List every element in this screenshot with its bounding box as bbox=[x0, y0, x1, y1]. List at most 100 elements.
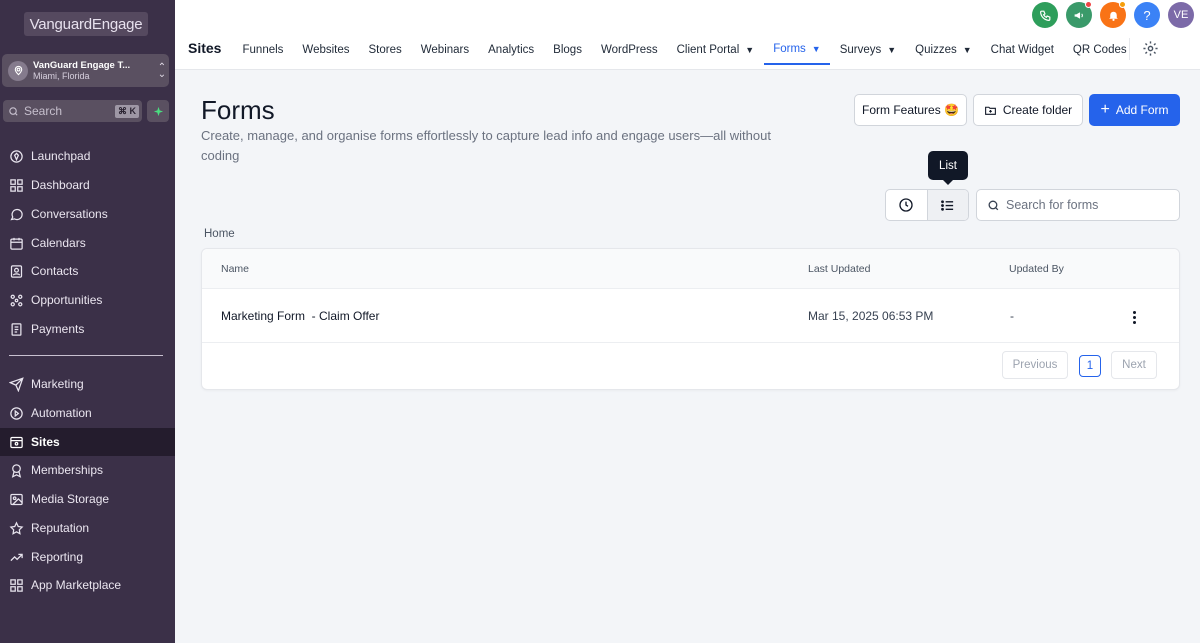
tab-label: Quizzes bbox=[915, 44, 957, 56]
megaphone-icon bbox=[1074, 11, 1083, 19]
tab-client-portal[interactable]: Client Portal ▼ bbox=[667, 35, 764, 65]
page-title: Forms bbox=[201, 95, 275, 125]
membership-icon bbox=[11, 463, 22, 478]
sidebar-item-media-storage[interactable]: Media Storage bbox=[0, 485, 175, 513]
sidebar-search[interactable]: Search ⌘ K bbox=[3, 100, 142, 122]
forms-search bbox=[976, 189, 1180, 221]
tab-blogs[interactable]: Blogs bbox=[544, 35, 592, 65]
search-icon bbox=[988, 200, 999, 210]
search-forms-input[interactable] bbox=[1006, 198, 1166, 212]
recent-view-button[interactable] bbox=[886, 190, 927, 220]
tab-stores[interactable]: Stores bbox=[359, 35, 411, 65]
tab-wordpress[interactable]: WordPress bbox=[591, 35, 667, 65]
page-number-button[interactable]: 1 bbox=[1079, 355, 1101, 377]
kebab-icon bbox=[1132, 310, 1136, 314]
tab-surveys[interactable]: Surveys ▼ bbox=[830, 35, 905, 65]
form-updated-by: - bbox=[1010, 309, 1014, 323]
plus-icon: + bbox=[1100, 101, 1110, 118]
ai-assistant-button[interactable] bbox=[147, 100, 169, 122]
calendar-icon bbox=[10, 237, 23, 250]
top-actions: ? VE bbox=[1032, 1, 1194, 28]
sidebar-item-label: Marketing bbox=[31, 377, 84, 391]
sidebar-item-label: Launchpad bbox=[31, 149, 91, 163]
phone-button[interactable] bbox=[1032, 2, 1058, 28]
notification-dot bbox=[1085, 1, 1092, 8]
tab-label: Websites bbox=[302, 44, 350, 56]
sidebar-item-payments[interactable]: Payments bbox=[0, 315, 175, 343]
sidebar-item-launchpad[interactable]: Launchpad bbox=[0, 142, 175, 170]
tab-label: Stores bbox=[368, 44, 402, 56]
chevron-down-icon: ▼ bbox=[745, 45, 755, 55]
row-actions-menu[interactable] bbox=[1124, 307, 1144, 327]
sidebar-item-label: Dashboard bbox=[31, 178, 90, 192]
table-row[interactable]: Marketing Form - Claim Offer Mar 15, 202… bbox=[202, 290, 1179, 343]
send-icon bbox=[9, 376, 24, 392]
page-subtitle: Create, manage, and organise forms effor… bbox=[201, 128, 771, 163]
tab-funnels[interactable]: Funnels bbox=[233, 35, 293, 65]
form-name[interactable]: Marketing Form - Claim Offer bbox=[221, 309, 379, 323]
sidebar-item-label: Opportunities bbox=[31, 293, 103, 307]
sidebar-item-contacts[interactable]: Contacts bbox=[0, 257, 175, 285]
account-name: VanGuard Engage T... bbox=[33, 59, 131, 71]
top-bar: ? VE Sites Funnels Websites Stores Webin… bbox=[175, 0, 1200, 70]
sidebar-item-label: Reporting bbox=[31, 550, 84, 564]
media-icon bbox=[10, 493, 23, 505]
tab-quizzes[interactable]: Quizzes ▼ bbox=[906, 35, 981, 65]
sidebar-item-reporting[interactable]: Reporting bbox=[0, 543, 175, 571]
payments-icon bbox=[11, 322, 22, 336]
tab-chat-widget[interactable]: Chat Widget bbox=[981, 35, 1063, 65]
account-location: Miami, Florida bbox=[33, 70, 90, 81]
trend-icon bbox=[10, 553, 23, 561]
sidebar-item-marketing[interactable]: Marketing bbox=[0, 370, 175, 398]
tooltip: List bbox=[928, 151, 968, 185]
bell-icon bbox=[1108, 11, 1118, 21]
notifications-button[interactable] bbox=[1100, 1, 1126, 28]
sidebar-item-opportunities[interactable]: Opportunities bbox=[0, 286, 175, 314]
settings-button[interactable] bbox=[1142, 40, 1159, 62]
form-last-updated: Mar 15, 2025 06:53 PM bbox=[808, 309, 934, 323]
rocket-icon bbox=[10, 149, 23, 163]
help-button[interactable]: ? bbox=[1134, 2, 1160, 28]
tab-label: Chat Widget bbox=[990, 44, 1054, 56]
button-label: Next bbox=[1122, 359, 1146, 371]
previous-page-button[interactable]: Previous bbox=[1002, 351, 1068, 379]
sidebar-divider bbox=[9, 355, 163, 356]
sidebar-item-conversations[interactable]: Conversations bbox=[0, 200, 175, 228]
sidebar-item-label: Sites bbox=[31, 435, 60, 449]
sidebar: VanguardEngage VanGuard Engage T... Miam… bbox=[0, 0, 175, 643]
tab-qr-codes[interactable]: QR Codes bbox=[1063, 35, 1136, 65]
account-switcher[interactable]: VanGuard Engage T... Miami, Florida ⌃ ⌄ bbox=[2, 54, 169, 87]
sites-tabs: Funnels Websites Stores Webinars Analyti… bbox=[233, 35, 1136, 65]
sidebar-item-calendars[interactable]: Calendars bbox=[0, 229, 175, 257]
add-form-button[interactable]: + Add Form bbox=[1089, 94, 1180, 126]
sidebar-item-memberships[interactable]: Memberships bbox=[0, 456, 175, 484]
button-label: Previous bbox=[1012, 359, 1058, 371]
breadcrumb[interactable]: Home bbox=[204, 228, 235, 240]
user-avatar[interactable]: VE bbox=[1168, 2, 1194, 28]
chevron-down-icon: ▼ bbox=[887, 45, 897, 55]
sidebar-item-automation[interactable]: Automation bbox=[0, 399, 175, 427]
announcements-button[interactable] bbox=[1066, 1, 1092, 28]
tabs-divider bbox=[1129, 38, 1130, 60]
list-view-button[interactable] bbox=[926, 190, 968, 220]
create-folder-button[interactable]: Create folder bbox=[973, 94, 1083, 126]
star-icon bbox=[9, 520, 24, 535]
tab-label: Forms bbox=[773, 43, 806, 55]
opportunities-icon bbox=[10, 294, 23, 306]
tab-label: Funnels bbox=[242, 44, 284, 56]
sidebar-item-dashboard[interactable]: Dashboard bbox=[0, 171, 175, 199]
tab-analytics[interactable]: Analytics bbox=[479, 35, 544, 65]
tab-webinars[interactable]: Webinars bbox=[411, 35, 478, 65]
sidebar-item-reputation[interactable]: Reputation bbox=[0, 514, 175, 542]
tab-forms[interactable]: Forms ▼ bbox=[763, 35, 831, 65]
next-page-button[interactable]: Next bbox=[1111, 351, 1157, 379]
chevron-updown-icon: ⌃ ⌄ bbox=[157, 61, 167, 80]
button-label: Form Features 🤩 bbox=[862, 103, 959, 117]
sidebar-item-app-marketplace[interactable]: App Marketplace bbox=[0, 571, 175, 599]
column-header-updated-by: Updated By bbox=[1009, 263, 1064, 275]
brand-logo: VanguardEngage bbox=[24, 12, 148, 36]
tab-websites[interactable]: Websites bbox=[293, 35, 359, 65]
chat-icon bbox=[10, 208, 23, 220]
sidebar-item-sites[interactable]: Sites bbox=[0, 428, 175, 456]
form-features-button[interactable]: Form Features 🤩 bbox=[854, 94, 967, 126]
